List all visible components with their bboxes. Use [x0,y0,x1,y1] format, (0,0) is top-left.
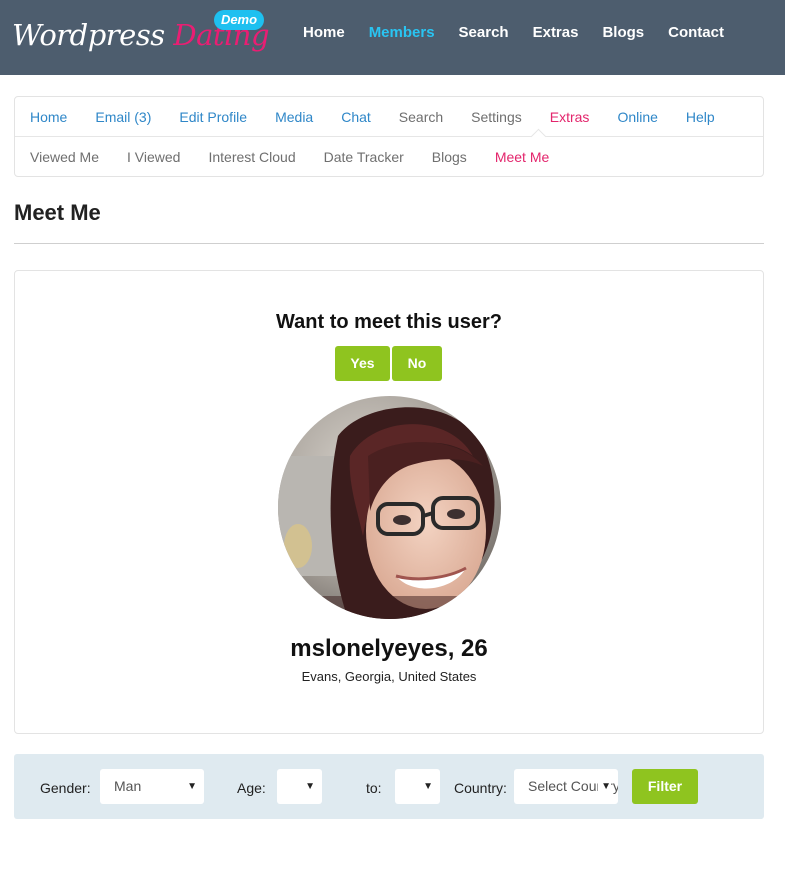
top-nav-extras[interactable]: Extras [533,24,579,41]
logo-main-word: Wordpress [12,18,165,52]
top-nav-search[interactable]: Search [459,24,509,41]
meet-question: Want to meet this user? [276,311,502,333]
subnav-search[interactable]: Search [399,109,443,125]
subnav-help[interactable]: Help [686,109,715,125]
yes-button[interactable]: Yes [335,346,390,381]
subnav-chat[interactable]: Chat [341,109,371,125]
user-avatar[interactable] [278,396,501,619]
subnav-edit-profile[interactable]: Edit Profile [179,109,247,125]
subnav-interest-cloud[interactable]: Interest Cloud [208,149,295,165]
top-nav-home[interactable]: Home [303,24,345,41]
chevron-down-icon: ▼ [598,769,611,804]
top-nav-contact[interactable]: Contact [668,24,724,41]
subnav-primary-row: Home Email (3) Edit Profile Media Chat S… [30,109,743,125]
account-subnav: Home Email (3) Edit Profile Media Chat S… [14,96,764,177]
meet-card: Want to meet this user? Yes No mslonelye… [14,270,764,734]
subnav-home[interactable]: Home [30,109,67,125]
chevron-down-icon: ▼ [184,769,197,804]
age-to-label: to: [366,780,382,796]
avatar-photo [278,396,501,619]
no-button[interactable]: No [392,346,442,381]
age-from-select[interactable]: ▼ [277,769,322,804]
subnav-media[interactable]: Media [275,109,313,125]
top-nav: Home Members Search Extras Blogs Contact [303,24,748,41]
user-location: Evans, Georgia, United States [301,669,477,684]
top-nav-members[interactable]: Members [369,24,435,41]
age-label: Age: [237,780,266,796]
gender-select[interactable]: Man ▼ [100,769,204,804]
filter-button[interactable]: Filter [632,769,698,804]
country-label: Country: [454,780,507,796]
chevron-down-icon: ▼ [420,769,433,804]
subnav-divider [15,136,763,137]
user-name-age[interactable]: mslonelyeyes, 26 [15,635,763,663]
chevron-down-icon: ▼ [302,769,315,804]
site-header: Wordpress Dating Demo Home Members Searc… [0,0,785,75]
subnav-blogs[interactable]: Blogs [432,149,467,165]
active-tab-caret [530,128,547,145]
subnav-online[interactable]: Online [617,109,657,125]
subnav-date-tracker[interactable]: Date Tracker [324,149,404,165]
subnav-secondary-row: Viewed Me I Viewed Interest Cloud Date T… [30,149,577,165]
age-to-select[interactable]: ▼ [395,769,440,804]
meet-answer-buttons: Yes No [335,346,442,381]
top-nav-blogs[interactable]: Blogs [602,24,644,41]
subnav-i-viewed[interactable]: I Viewed [127,149,180,165]
gender-select-value: Man [114,778,142,794]
title-divider [14,243,764,244]
filter-bar: Gender: Man ▼ Age: ▼ to: ▼ Country: Sele… [14,754,764,819]
subnav-extras[interactable]: Extras [550,109,590,125]
subnav-settings[interactable]: Settings [471,109,522,125]
subnav-viewed-me[interactable]: Viewed Me [30,149,99,165]
subnav-meet-me[interactable]: Meet Me [495,149,549,165]
country-select[interactable]: Select Country ▼ [514,769,618,804]
gender-label: Gender: [40,780,91,796]
demo-badge: Demo [214,10,264,30]
subnav-email[interactable]: Email (3) [95,109,151,125]
page-title: Meet Me [14,200,101,225]
